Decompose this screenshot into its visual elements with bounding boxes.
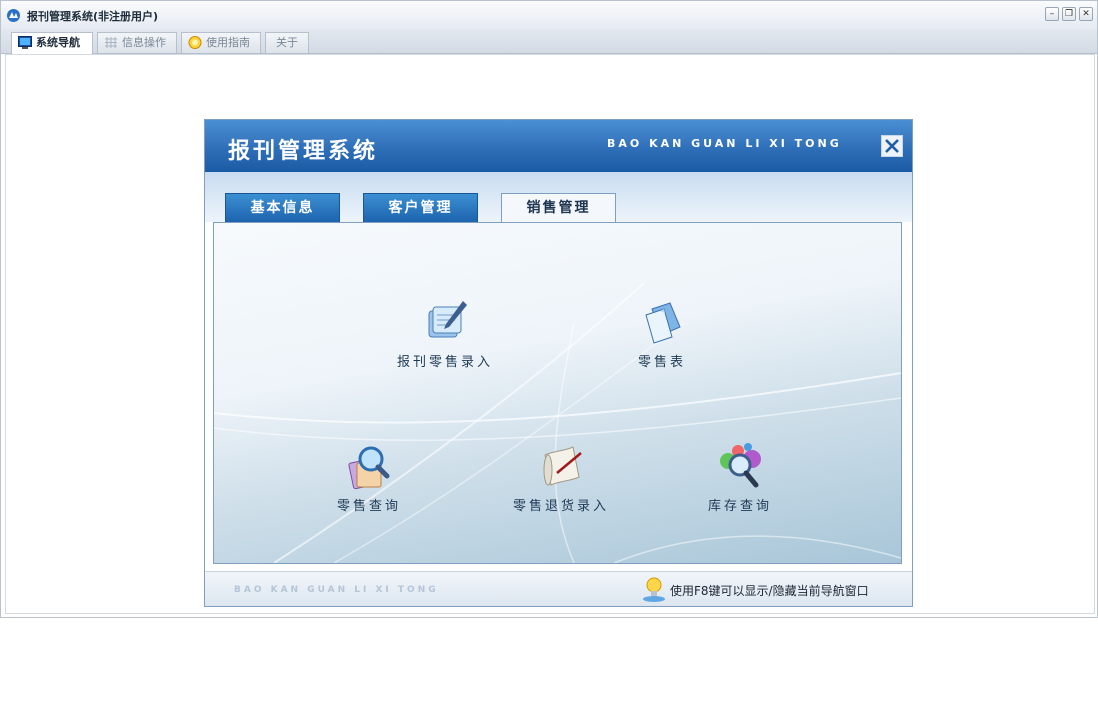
panel-close-button[interactable] (881, 135, 903, 157)
tab-sales-management[interactable]: 销售管理 (501, 193, 616, 225)
panel-footer: BAO KAN GUAN LI XI TONG 使用F8键可以显示/隐藏当前导航… (205, 571, 912, 606)
scroll-quill-icon (543, 446, 582, 486)
close-icon (885, 139, 899, 153)
function-label: 零售表 (637, 355, 686, 370)
panel-header: 报刊管理系统 BAO KAN GUAN LI XI TONG (205, 120, 912, 172)
tab-user-guide[interactable]: 使用指南 (181, 32, 261, 53)
panel-subtitle: BAO KAN GUAN LI XI TONG (607, 137, 842, 150)
navigation-panel: 报刊管理系统 BAO KAN GUAN LI XI TONG 基本信息 客户管理… (204, 119, 913, 607)
search-document-icon (348, 446, 390, 490)
grid-icon (105, 37, 117, 48)
close-window-button[interactable]: ✕ (1079, 7, 1093, 21)
tab-customer-management[interactable]: 客户管理 (363, 193, 478, 224)
function-retail-query[interactable]: 零售查询 (309, 441, 429, 514)
tab-about[interactable]: 关于 (265, 32, 309, 53)
tab-label: 信息操作 (122, 36, 166, 49)
footer-tip: 使用F8键可以显示/隐藏当前导航窗口 (670, 584, 869, 598)
magnifier-spheres-icon (720, 443, 761, 488)
tab-system-nav[interactable]: 系统导航 (11, 32, 93, 54)
function-label: 零售退货录入 (512, 499, 609, 514)
function-retail-return-entry[interactable]: 零售退货录入 (501, 441, 621, 514)
panel-body: 报刊零售录入 零售表 零售查询 零售退货录入 库存查询 (213, 222, 902, 564)
tab-info-operation[interactable]: 信息操作 (97, 32, 177, 53)
title-bar: 报刊管理系统(非注册用户) – ❐ ✕ (1, 1, 1097, 30)
monitor-icon (18, 36, 32, 49)
document-icon (645, 302, 681, 344)
tab-label: 系统导航 (36, 36, 80, 49)
footer-subtitle: BAO KAN GUAN LI XI TONG (234, 585, 439, 595)
lightbulb-icon (643, 577, 665, 602)
function-label: 零售查询 (336, 499, 401, 514)
panel-title: 报刊管理系统 (228, 139, 379, 164)
window-title: 报刊管理系统(非注册用户) (27, 10, 159, 23)
function-retail-table[interactable]: 零售表 (602, 297, 722, 370)
app-logo-icon (7, 9, 20, 22)
restore-icon: ❐ (1064, 9, 1074, 19)
minimize-icon: – (1049, 9, 1055, 19)
help-icon (188, 36, 202, 49)
tab-label: 关于 (276, 36, 298, 49)
tab-basic-info[interactable]: 基本信息 (225, 193, 340, 224)
function-retail-entry[interactable]: 报刊零售录入 (385, 297, 505, 370)
minimize-button[interactable]: – (1045, 7, 1059, 21)
function-label: 库存查询 (707, 499, 772, 514)
edit-document-icon (428, 301, 467, 338)
app-tab-bar: 系统导航 信息操作 使用指南 关于 (1, 29, 1097, 54)
restore-button[interactable]: ❐ (1062, 7, 1076, 21)
tab-label: 使用指南 (206, 36, 250, 49)
close-icon: ✕ (1082, 9, 1090, 19)
function-label: 报刊零售录入 (396, 355, 493, 370)
function-inventory-query[interactable]: 库存查询 (680, 441, 800, 514)
